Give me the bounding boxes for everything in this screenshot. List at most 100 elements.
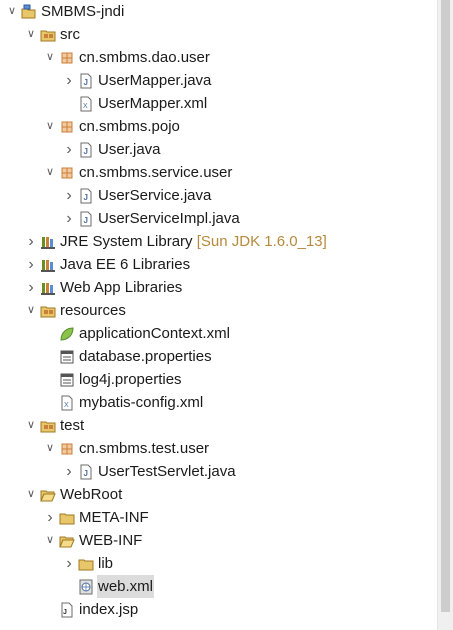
expand-chevron-icon[interactable]: › xyxy=(62,552,76,575)
expand-chevron-icon[interactable]: › xyxy=(24,230,38,253)
tree-item[interactable]: ∨ cn.smbms.dao.user xyxy=(0,46,438,69)
tree-item[interactable]: ∨ cn.smbms.test.user xyxy=(0,437,438,460)
tree-item[interactable]: ∨ WebRoot xyxy=(0,483,438,506)
tree-item-label: cn.smbms.pojo xyxy=(79,118,180,135)
svg-text:J: J xyxy=(84,78,88,87)
expand-chevron-icon[interactable]: › xyxy=(62,460,76,483)
jsp-file-icon: J xyxy=(59,602,75,618)
vertical-scrollbar[interactable] xyxy=(437,0,453,630)
spring-leaf-icon xyxy=(59,326,75,342)
tree-item-label: UserService.java xyxy=(98,187,212,204)
tree-item[interactable]: › lib xyxy=(0,552,438,575)
svg-text:J: J xyxy=(84,147,88,156)
source-folder-icon xyxy=(40,27,56,43)
folder-open-icon xyxy=(59,533,75,549)
tree-item-label: mybatis-config.xml xyxy=(79,394,204,411)
tree-item[interactable]: ∨ test xyxy=(0,414,438,437)
tree-item-label: UserMapper.java xyxy=(98,72,212,89)
tree-item-label: resources xyxy=(60,302,126,319)
library-icon xyxy=(40,257,56,273)
expand-chevron-icon[interactable]: › xyxy=(62,69,76,92)
source-folder-icon xyxy=(40,303,56,319)
expand-chevron-icon[interactable]: › xyxy=(62,207,76,230)
tree-item-label: src xyxy=(60,26,80,43)
tree-item[interactable]: log4j.properties xyxy=(0,368,438,391)
xml-file-icon: X xyxy=(78,96,94,112)
collapse-chevron-icon[interactable]: ∨ xyxy=(24,299,38,322)
collapse-chevron-icon[interactable]: ∨ xyxy=(43,115,57,138)
tree-item[interactable]: Xmybatis-config.xml xyxy=(0,391,438,414)
tree-item[interactable]: › META-INF xyxy=(0,506,438,529)
folder-closed-icon xyxy=(78,556,94,572)
library-icon xyxy=(40,280,56,296)
java-file-icon: J xyxy=(78,211,94,227)
tree-item-label: Java EE 6 Libraries xyxy=(60,256,191,273)
collapse-chevron-icon[interactable]: ∨ xyxy=(43,529,57,552)
collapse-chevron-icon[interactable]: ∨ xyxy=(43,437,57,460)
tree-item[interactable]: › J UserTestServlet.java xyxy=(0,460,438,483)
tree-item[interactable]: › Java EE 6 Libraries xyxy=(0,253,438,276)
tree-item-label: UserTestServlet.java xyxy=(98,463,236,480)
collapse-chevron-icon[interactable]: ∨ xyxy=(43,46,57,69)
tree-item-label-text: JRE System Library xyxy=(60,233,193,250)
expand-chevron-icon[interactable]: › xyxy=(62,184,76,207)
tree-item[interactable]: › JRE System Library [Sun JDK 1.6.0_13] xyxy=(0,230,438,253)
expand-chevron-icon[interactable]: › xyxy=(62,138,76,161)
tree-item[interactable]: Jindex.jsp xyxy=(0,598,438,621)
xml-file-icon: X xyxy=(59,395,75,411)
tree-item[interactable]: › J UserServiceImpl.java xyxy=(0,207,438,230)
tree-item-label: UserServiceImpl.java xyxy=(98,210,240,227)
tree-item-label: JRE System Library [Sun JDK 1.6.0_13] xyxy=(59,230,328,253)
tree-item[interactable]: ∨ WEB-INF xyxy=(0,529,438,552)
tree-item[interactable]: X UserMapper.xml xyxy=(0,92,438,115)
tree-item-label: log4j.properties xyxy=(79,371,182,388)
tree-item[interactable]: web.xml xyxy=(0,575,438,598)
tree-item-label: WebRoot xyxy=(60,486,123,503)
tree-item[interactable]: › J User.java xyxy=(0,138,438,161)
expand-chevron-icon[interactable]: › xyxy=(24,276,38,299)
java-file-icon: J xyxy=(78,188,94,204)
tree-item-label: index.jsp xyxy=(79,601,139,618)
collapse-chevron-icon[interactable]: ∨ xyxy=(24,23,38,46)
tree-item-label: database.properties xyxy=(79,348,212,365)
java-file-icon: J xyxy=(78,464,94,480)
java-file-icon: J xyxy=(78,142,94,158)
collapse-chevron-icon[interactable]: ∨ xyxy=(24,483,38,506)
collapse-chevron-icon[interactable]: ∨ xyxy=(43,161,57,184)
project-explorer-tree: ∨ SMBMS-jndi ∨ src ∨ cn.smbms.dao.user › J UserM… xyxy=(0,0,438,621)
tree-item-label: lib xyxy=(98,555,114,572)
package-icon xyxy=(59,50,75,66)
java-file-icon: J xyxy=(78,73,94,89)
tree-item-label: web.xml xyxy=(97,575,155,598)
source-folder-icon xyxy=(40,418,56,434)
tree-item[interactable]: ∨ resources xyxy=(0,299,438,322)
package-icon xyxy=(59,165,75,181)
tree-item-label: META-INF xyxy=(79,509,149,526)
svg-text:J: J xyxy=(63,609,67,616)
tree-item-label: Web App Libraries xyxy=(60,279,183,296)
svg-text:J: J xyxy=(84,469,88,478)
expand-chevron-icon[interactable]: › xyxy=(24,253,38,276)
tree-item[interactable]: applicationContext.xml xyxy=(0,322,438,345)
tree-item[interactable]: ∨ cn.smbms.pojo xyxy=(0,115,438,138)
tree-item[interactable]: ∨ cn.smbms.service.user xyxy=(0,161,438,184)
tree-item-label: cn.smbms.service.user xyxy=(79,164,233,181)
tree-item-label: UserMapper.xml xyxy=(98,95,208,112)
svg-text:X: X xyxy=(83,103,88,110)
tree-item-label: User.java xyxy=(98,141,161,158)
library-icon xyxy=(40,234,56,250)
expand-chevron-icon[interactable]: › xyxy=(43,506,57,529)
folder-closed-icon xyxy=(59,510,75,526)
folder-open-icon xyxy=(40,487,56,503)
collapse-chevron-icon[interactable]: ∨ xyxy=(5,0,19,23)
tree-item[interactable]: ∨ SMBMS-jndi xyxy=(0,0,438,23)
tree-item[interactable]: › Web App Libraries xyxy=(0,276,438,299)
tree-item[interactable]: ∨ src xyxy=(0,23,438,46)
package-icon xyxy=(59,119,75,135)
tree-item[interactable]: › J UserMapper.java xyxy=(0,69,438,92)
svg-text:J: J xyxy=(84,216,88,225)
tree-item[interactable]: › J UserService.java xyxy=(0,184,438,207)
tree-item[interactable]: database.properties xyxy=(0,345,438,368)
collapse-chevron-icon[interactable]: ∨ xyxy=(24,414,38,437)
scrollbar-thumb[interactable] xyxy=(441,0,450,612)
